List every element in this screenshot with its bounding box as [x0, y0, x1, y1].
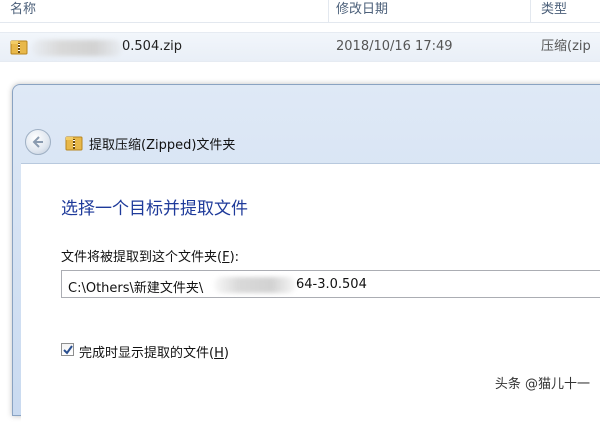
file-row-zip[interactable]: 0.504.zip 2018/10/16 17:49 压缩(zip — [0, 32, 600, 62]
path-value-prefix: C:\Others\新建文件夹\ — [68, 281, 204, 296]
file-name: 0.504.zip — [122, 39, 183, 54]
column-header-bar: 名称 修改日期 类型 — [0, 0, 600, 23]
zip-folder-icon — [65, 135, 83, 151]
column-name-header[interactable]: 名称 — [10, 0, 36, 22]
column-date-header[interactable]: 修改日期 — [336, 0, 388, 22]
file-date-modified: 2018/10/16 17:49 — [336, 39, 453, 54]
redacted-filename-blur — [32, 40, 122, 56]
path-value-suffix: 64-3.0.504 — [296, 277, 367, 292]
zip-folder-icon — [10, 38, 28, 56]
destination-path-input[interactable]: C:\Others\新建文件夹\ 64-3.0.504 — [61, 270, 600, 298]
destination-folder-label: 文件将被提取到这个文件夹(F): — [61, 250, 240, 265]
show-extracted-files-checkbox[interactable] — [61, 343, 74, 356]
watermark-text: 头条 @猫儿十一 — [494, 377, 590, 392]
dialog-title: 提取压缩(Zipped)文件夹 — [89, 138, 236, 153]
column-type-header[interactable]: 类型 — [541, 0, 567, 22]
checkmark-icon — [63, 345, 73, 355]
main-instruction: 选择一个目标并提取文件 — [61, 199, 248, 219]
redacted-path-blur — [214, 277, 296, 293]
column-separator[interactable] — [328, 0, 329, 22]
extract-zip-dialog: 提取压缩(Zipped)文件夹 选择一个目标并提取文件 文件将被提取到这个文件夹… — [12, 84, 600, 424]
show-extracted-files-label: 完成时显示提取的文件(H) — [79, 346, 229, 361]
file-type: 压缩(zip — [541, 39, 591, 54]
file-explorer-list: 名称 修改日期 类型 0.504.zip 2018/10/16 17:49 压缩… — [0, 0, 600, 70]
back-arrow-icon — [32, 136, 43, 148]
back-button[interactable] — [25, 129, 51, 155]
column-separator[interactable] — [530, 0, 531, 22]
